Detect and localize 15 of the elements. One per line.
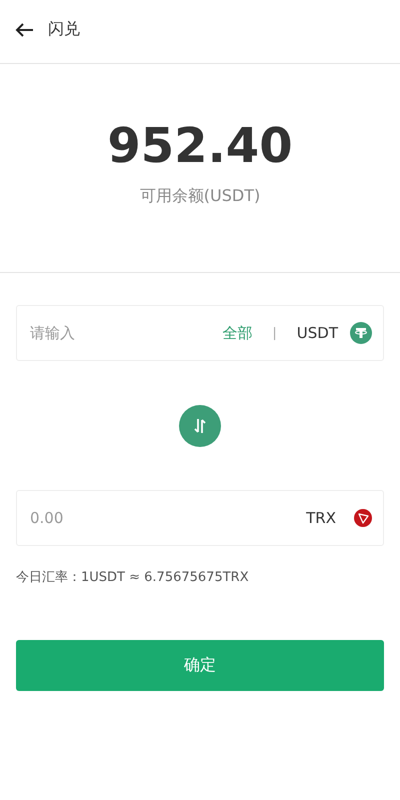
separator: | xyxy=(272,326,277,340)
page-title: 闪兑 xyxy=(48,19,80,40)
swap-arrows-icon xyxy=(194,418,206,434)
back-button[interactable] xyxy=(14,22,34,38)
currency-label: USDT xyxy=(296,324,338,342)
balance-label: 可用余额(USDT) xyxy=(140,186,260,207)
amount-field[interactable]: 0.00 TRX xyxy=(16,490,384,546)
back-arrow-icon xyxy=(14,22,34,38)
swap-button[interactable] xyxy=(179,405,221,447)
exchange-rate-text: 今日汇率：1USDT ≈ 6.75675675TRX xyxy=(16,569,250,586)
currency-label: TRX xyxy=(306,509,336,527)
balance-amount: 952.40 xyxy=(107,122,293,170)
tron-coin-icon xyxy=(354,509,372,527)
tether-coin-icon xyxy=(350,322,372,344)
amount-field[interactable]: 请输入 全部 | USDT xyxy=(16,305,384,361)
